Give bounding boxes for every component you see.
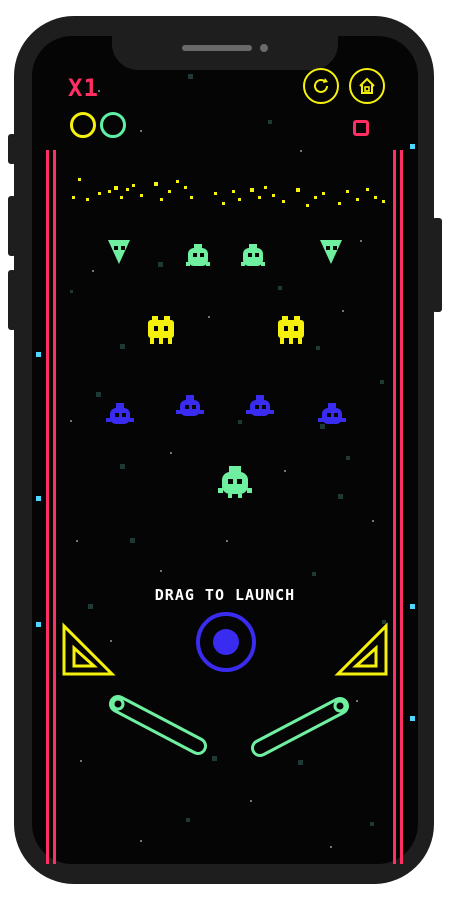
restart-icon [314,78,328,93]
enemy-blue-alien [318,403,346,424]
ball[interactable] [213,629,239,655]
home-button[interactable] [349,68,385,104]
enemy-blue-alien [106,403,134,424]
home-icon [359,77,375,94]
enemy-triangle-ship [108,240,130,264]
enemy-crab-alien [278,316,304,344]
right-flipper[interactable] [251,697,349,757]
enemy-round-alien [241,244,265,266]
ball-launcher[interactable] [196,612,256,672]
enemy-round-alien [186,244,210,266]
enemy-round-alien-large [218,466,252,498]
restart-button[interactable] [303,68,339,104]
target-indicator [353,120,369,136]
left-flipper[interactable] [109,695,207,755]
playfield [36,74,415,864]
enemy-triangle-ship [320,240,342,264]
left-rail [46,150,56,864]
enemy-blue-alien [246,395,274,416]
life-indicator [100,112,126,138]
enemy-crab-alien [148,316,174,344]
life-indicator [70,112,96,138]
right-slingshot [334,622,388,676]
right-rail [393,150,403,864]
enemy-blue-alien [176,395,204,416]
multiplier-label: X1 [68,74,99,102]
instruction-label: DRAG TO LAUNCH [154,586,296,604]
left-slingshot [62,622,116,676]
sparkle-band [72,178,385,207]
